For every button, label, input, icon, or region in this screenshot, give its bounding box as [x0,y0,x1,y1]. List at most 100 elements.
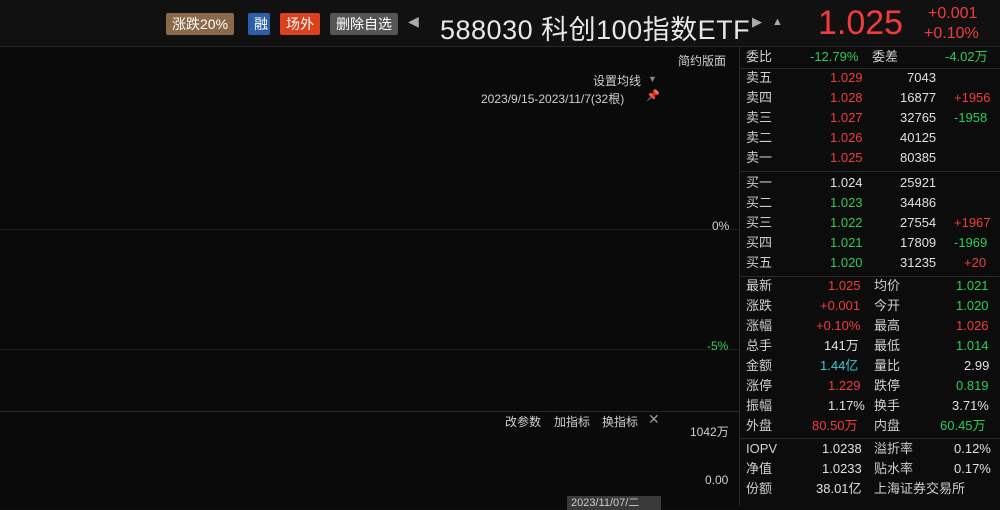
stat-row: 净值 1.0233 贴水率 0.17% [740,459,1000,479]
triangle-right-icon[interactable]: ▶ [752,14,762,30]
ask-volume: 80385 [900,150,937,165]
stat-row: 振幅 1.17% 换手 3.71% [740,396,1000,416]
bell-icon[interactable]: ▲ [772,16,783,28]
stat-label: 净值 [746,461,773,476]
stat-value: 0.12% [954,441,991,456]
stat-row: 涨停 1.229 跌停 0.819 [740,376,1000,396]
stat-value: 2.99 [964,358,990,373]
bid-volume: 31235 [900,255,937,270]
weibi-label: 委比 [746,49,773,64]
bid-row[interactable]: 买一 1.024 25921 [740,173,1000,193]
divider [740,171,1000,172]
ask-row[interactable]: 卖二 1.026 40125 [740,128,1000,148]
ask-volume: 40125 [900,130,937,145]
stat-label: 量比 [874,358,901,373]
stat-label: 换手 [874,398,901,413]
ask-row[interactable]: 卖三 1.027 32765 -1958 [740,108,1000,128]
stat-label: 最低 [874,338,901,353]
y-axis-minus5: -5% [707,339,729,353]
ask-row[interactable]: 卖四 1.028 16877 +1956 [740,88,1000,108]
weicha-value: -4.02万 [945,49,988,64]
ask-label: 卖三 [746,110,773,125]
bid-volume: 17809 [900,235,937,250]
margin-tag[interactable]: 融 [248,13,270,35]
stat-value: 1.44亿 [820,358,859,373]
ask-volume: 7043 [907,70,936,85]
top-bar: 涨跌20% 融 场外 删除自选 ◀ 588030 科创100指数ETF ▶ ▲ … [0,0,1000,47]
last-price: 1.025 [818,4,904,42]
ask-price: 1.028 [830,90,863,105]
stat-value: 1.229 [828,378,861,393]
weibi-value: -12.79% [810,49,859,64]
stat-label: 溢折率 [874,441,914,456]
bid-row[interactable]: 买二 1.023 34486 [740,193,1000,213]
triangle-left-icon[interactable]: ◀ [408,13,419,30]
stat-label: 涨幅 [746,318,773,333]
ask-row[interactable]: 卖五 1.029 7043 [740,68,1000,88]
stat-row: 涨跌 +0.001 今开 1.020 [740,296,1000,316]
bid-price: 1.024 [830,175,863,190]
stat-value: 1.020 [956,298,989,313]
stat-value: 141万 [824,338,859,353]
bid-label: 买五 [746,255,773,270]
ask-price: 1.027 [830,110,863,125]
simple-version-button[interactable]: 简约版面 [678,52,726,69]
ma-setting-button[interactable]: 设置均线 [593,72,641,89]
ask-label: 卖四 [746,90,773,105]
stat-value: 1.0238 [822,441,862,456]
ask-change: -1958 [954,110,988,125]
chevron-down-icon[interactable]: ▼ [648,74,657,84]
volume-divider [0,411,740,412]
stat-value: +0.10% [816,318,861,333]
add-indicator-button[interactable]: 加指标 [554,413,590,430]
bid-label: 买三 [746,215,773,230]
stat-value: 1.17% [828,398,865,413]
bid-label: 买二 [746,195,773,210]
weicha-label: 委差 [872,49,899,64]
exchange-tag[interactable]: 场外 [280,13,320,35]
ask-volume: 16877 [900,90,937,105]
bid-price: 1.022 [830,215,863,230]
stat-label: 贴水率 [874,461,914,476]
stat-label: 总手 [746,338,773,353]
bid-label: 买四 [746,235,773,250]
stat-label: 涨跌 [746,298,773,313]
stat-label: 最新 [746,278,773,293]
zero-gridline [0,229,740,230]
stat-value: 38.01亿 [816,481,862,496]
ask-label: 卖一 [746,150,773,165]
stat-label: 外盘 [746,418,773,433]
pin-icon[interactable]: 📌 [646,89,660,102]
chart-area[interactable]: 简约版面 设置均线 ▼ 2023/9/15-2023/11/7(32根) 📌 0… [0,47,740,510]
ask-row[interactable]: 卖一 1.025 80385 [740,148,1000,168]
change-absolute: +0.001 [928,5,978,22]
bid-price: 1.023 [830,195,863,210]
stat-value: 1.014 [956,338,989,353]
ask-price: 1.026 [830,130,863,145]
stat-label: 涨停 [746,378,773,393]
stat-label: 内盘 [874,418,901,433]
date-tooltip: 2023/11/07/二 [567,496,661,510]
stat-label: 最高 [874,318,901,333]
stat-label: 金额 [746,358,773,373]
remove-watchlist-button[interactable]: 删除自选 [330,13,398,35]
bid-row[interactable]: 买四 1.021 17809 -1969 [740,233,1000,253]
bid-change: -1969 [954,235,988,250]
stat-row: 涨幅 +0.10% 最高 1.026 [740,316,1000,336]
stat-value: 3.71% [952,398,989,413]
close-icon[interactable]: ✕ [648,411,660,428]
stat-row: 份额 38.01亿 上海证券交易所 [740,479,1000,499]
stat-label: 份额 [746,481,773,496]
volume-zero-label: 0.00 [705,473,729,487]
stat-label: 均价 [874,278,901,293]
price-limit-tag[interactable]: 涨跌20% [166,13,235,35]
edit-params-button[interactable]: 改参数 [505,413,541,430]
stat-label: 跌停 [874,378,901,393]
ask-volume: 32765 [900,110,937,125]
change-percent: +0.10% [924,25,979,42]
stat-row: IOPV 1.0238 溢折率 0.12% [740,439,1000,459]
bid-row[interactable]: 买三 1.022 27554 +1967 [740,213,1000,233]
bid-change: +1967 [954,215,991,230]
bid-row[interactable]: 买五 1.020 31235 +20 [740,253,1000,273]
switch-indicator-button[interactable]: 换指标 [602,413,638,430]
